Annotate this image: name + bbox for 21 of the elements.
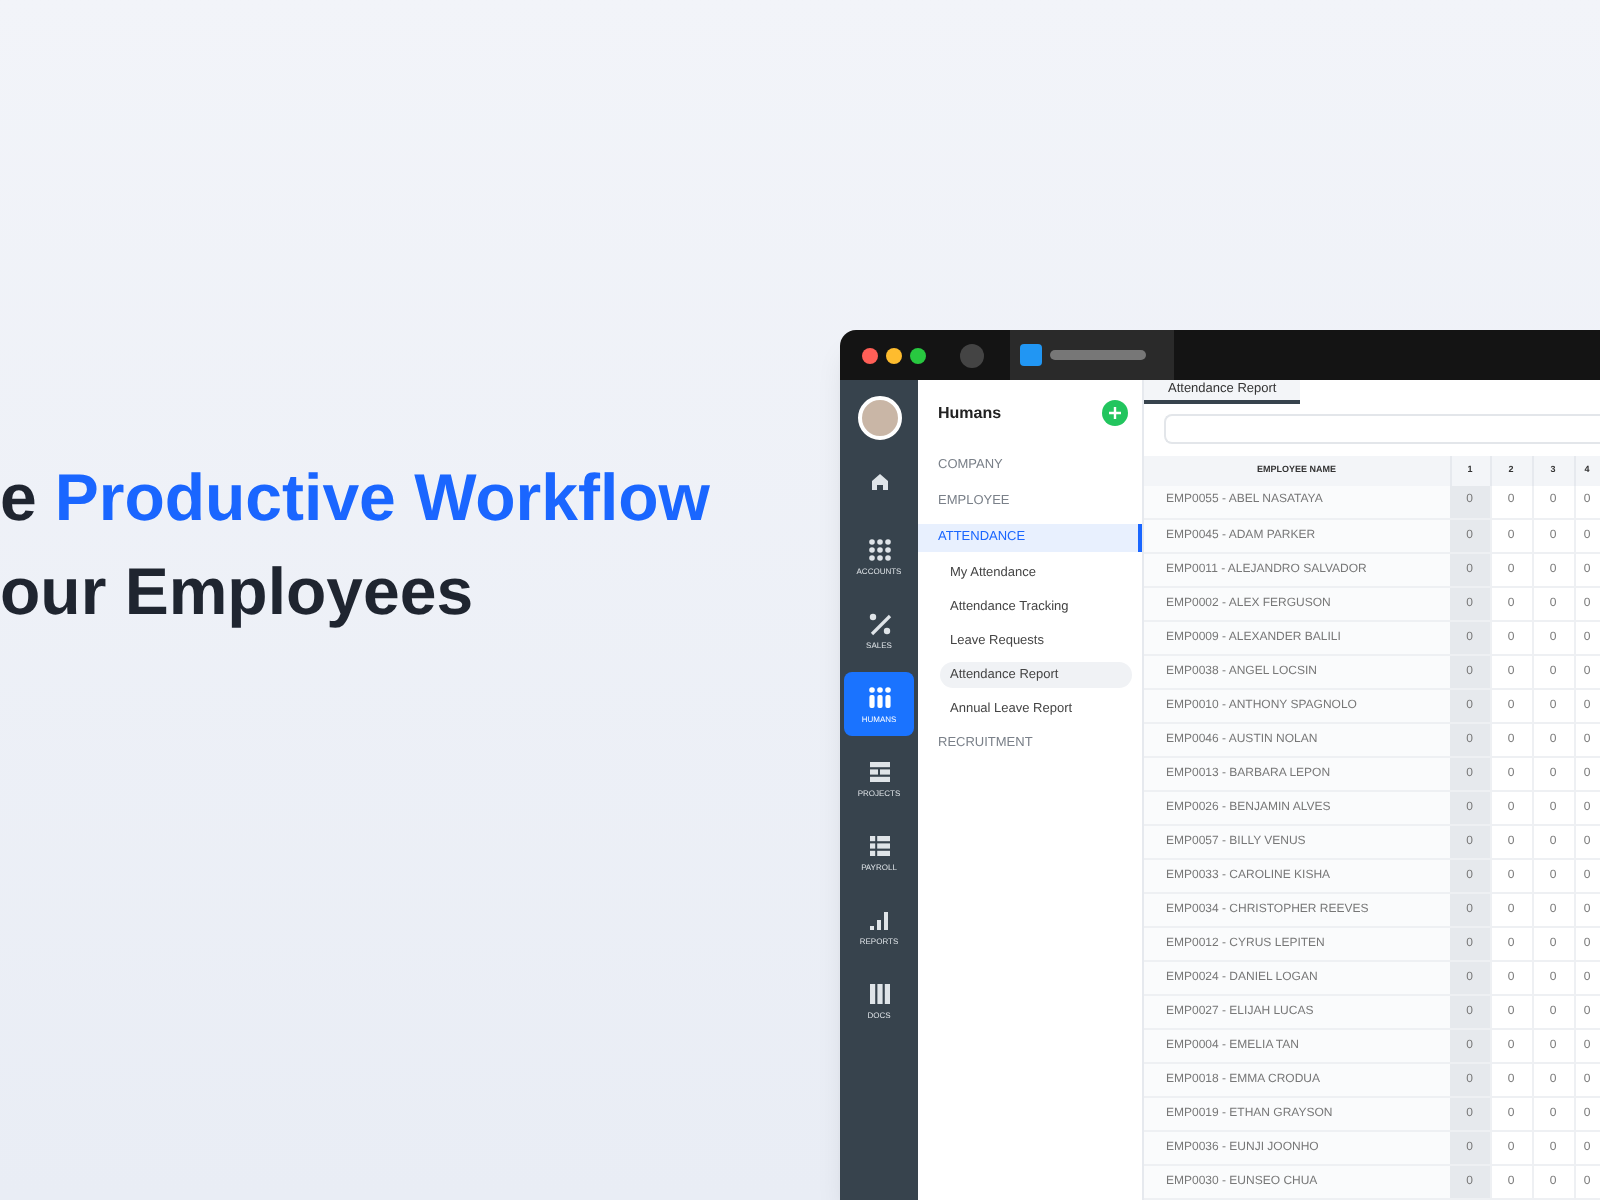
module-title: Humans [938, 401, 1002, 425]
tab-title-placeholder [1050, 350, 1146, 360]
minimize-window-icon[interactable] [886, 347, 902, 363]
plus-icon [1108, 406, 1122, 420]
headline-text: Productive Workflow [54, 458, 710, 538]
grid-icon [867, 537, 891, 561]
user-avatar[interactable] [857, 396, 901, 440]
browser-tab[interactable] [1010, 330, 1174, 380]
documents-icon [867, 981, 891, 1005]
search-field[interactable] [1164, 414, 1600, 445]
maximize-window-icon[interactable] [910, 347, 926, 363]
headline-text: e [0, 458, 37, 538]
list-icon [867, 833, 891, 857]
app-icon [1020, 344, 1042, 366]
projects-icon [867, 759, 891, 783]
home-icon [869, 472, 889, 492]
percent-icon [867, 611, 891, 635]
headline-text: our Employees [0, 552, 474, 632]
people-icon [867, 685, 891, 709]
bar-chart-icon [867, 907, 891, 931]
close-window-icon[interactable] [862, 347, 878, 363]
